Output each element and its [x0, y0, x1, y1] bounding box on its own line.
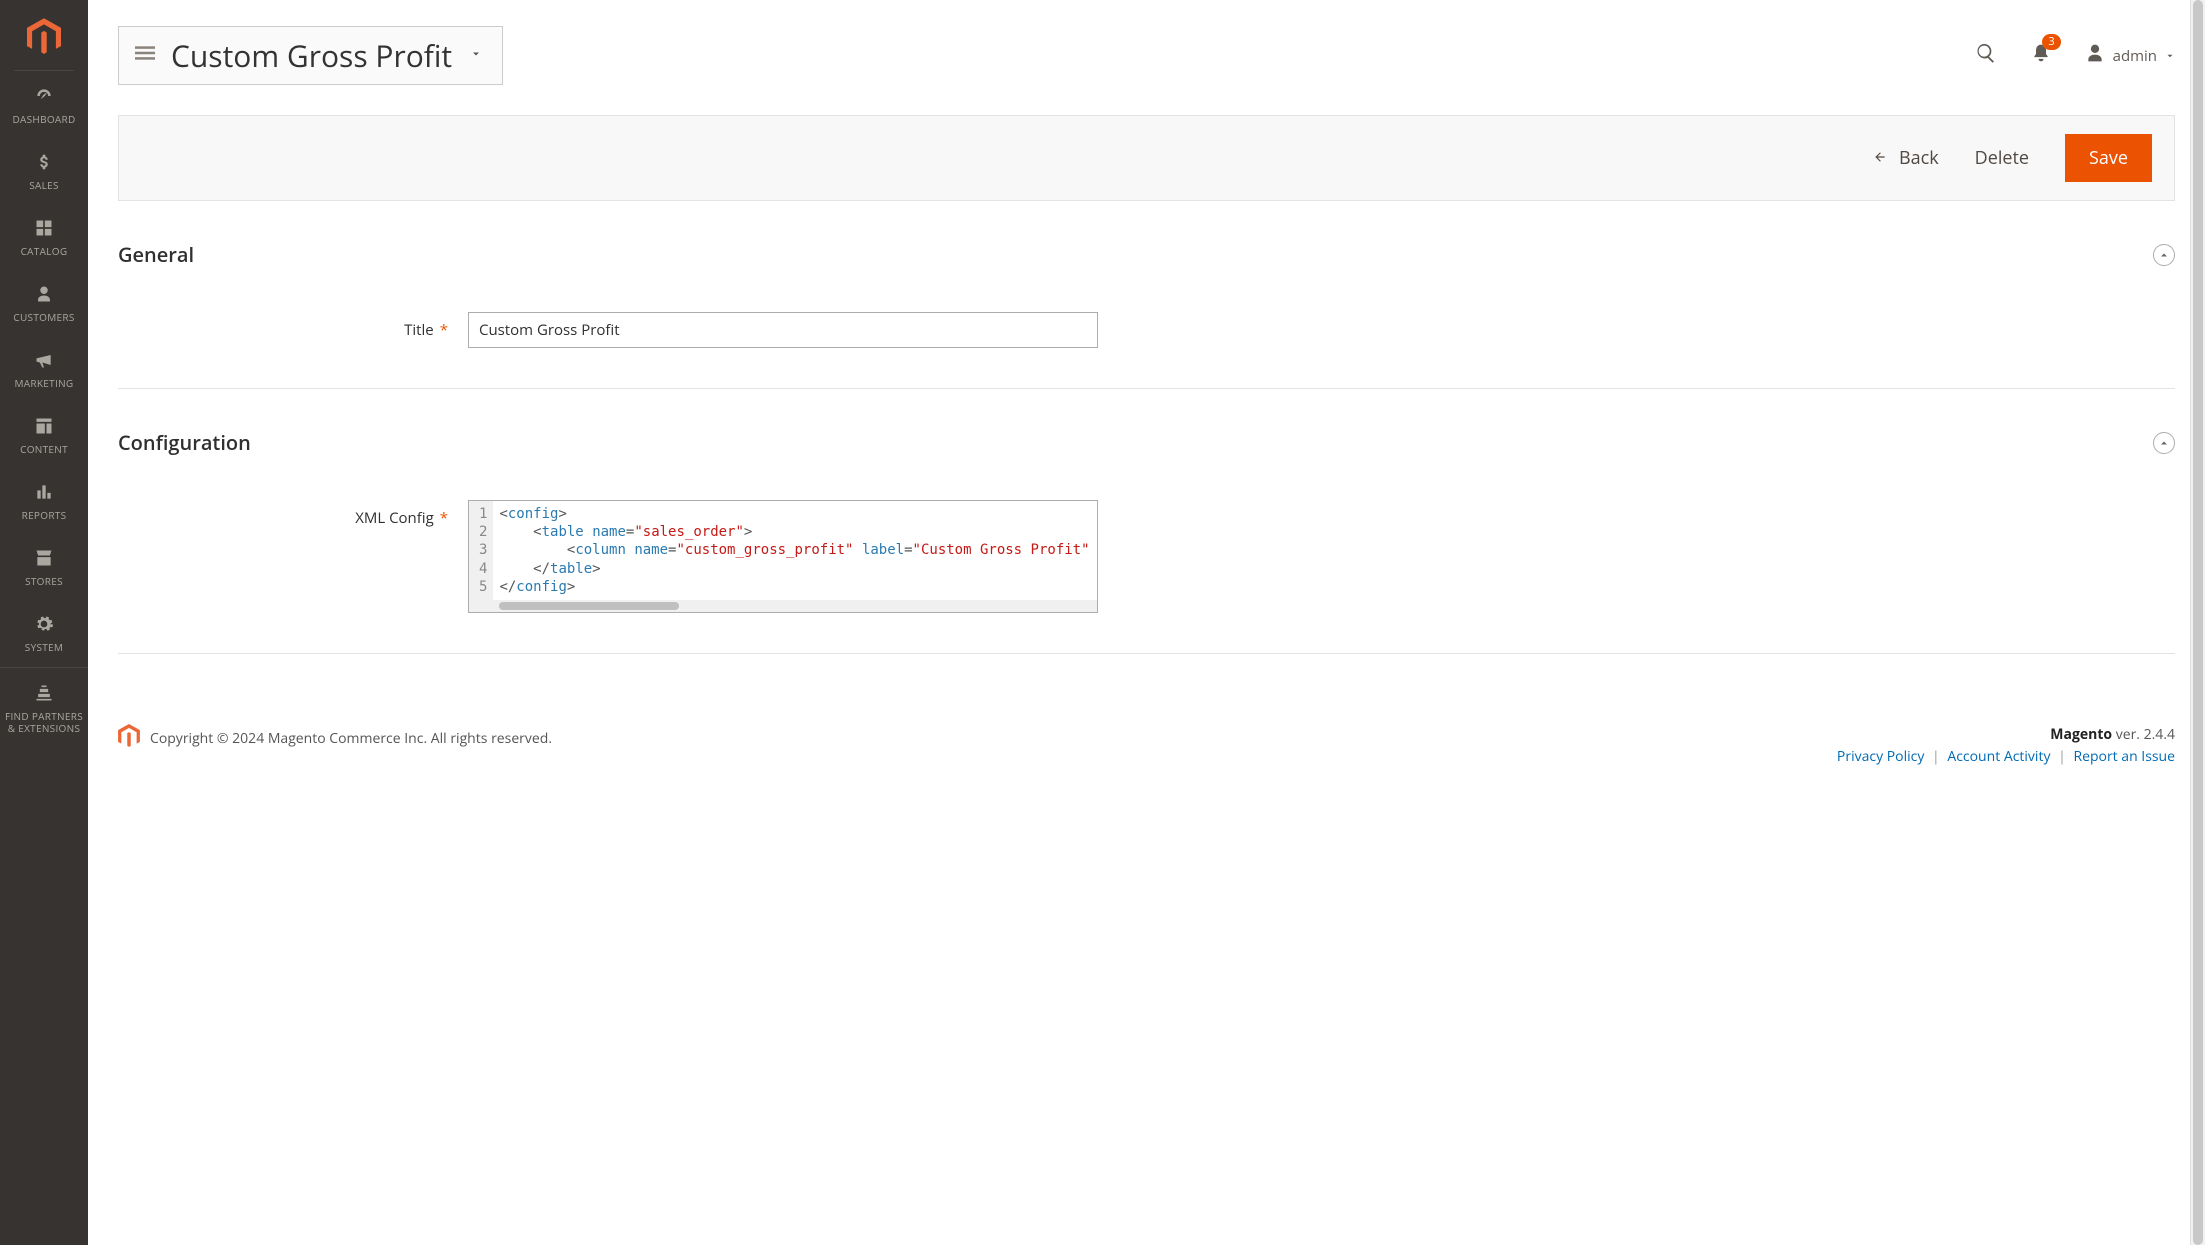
sidebar-item-sales[interactable]: SALES	[0, 137, 88, 203]
account-activity-link[interactable]: Account Activity	[1947, 747, 2050, 766]
sidebar-item-label: SYSTEM	[25, 641, 63, 653]
field-title-row: Title*	[118, 312, 2175, 348]
save-button[interactable]: Save	[2065, 134, 2152, 182]
fieldset-configuration: Configuration XML Config* 1 2 3 4 5 <con…	[118, 429, 2175, 654]
report-issue-link[interactable]: Report an Issue	[2073, 747, 2175, 766]
caret-down-icon	[470, 46, 482, 65]
sidebar-item-label: FIND PARTNERS & EXTENSIONS	[4, 710, 84, 734]
stores-icon	[33, 547, 55, 569]
sidebar-item-label: CUSTOMERS	[13, 311, 74, 323]
sidebar-nav: DASHBOARD SALES CATALOG CUSTOMERS MARKET	[0, 71, 88, 746]
sidebar-item-label: MARKETING	[15, 377, 74, 389]
content-icon	[33, 415, 55, 437]
sales-icon	[33, 151, 55, 173]
required-marker: *	[440, 320, 448, 340]
scrollbar-thumb[interactable]	[2193, 0, 2203, 1245]
title-input[interactable]	[468, 312, 1098, 348]
caret-down-icon	[2165, 46, 2175, 66]
xml-config-editor[interactable]: 1 2 3 4 5 <config> <table name="sales_or…	[468, 500, 1098, 613]
fieldset-general: General Title*	[118, 241, 2175, 389]
sidebar-item-partners[interactable]: FIND PARTNERS & EXTENSIONS	[0, 668, 88, 746]
dashboard-icon	[33, 85, 55, 107]
page-action-bar: Back Delete Save	[118, 115, 2175, 201]
sidebar-item-marketing[interactable]: MARKETING	[0, 335, 88, 401]
sidebar-item-label: DASHBOARD	[12, 113, 75, 125]
admin-sidebar: DASHBOARD SALES CATALOG CUSTOMERS MARKET	[0, 0, 88, 1245]
fieldset-general-title: General	[118, 241, 194, 268]
sidebar-item-catalog[interactable]: CATALOG	[0, 203, 88, 269]
version-value: ver. 2.4.4	[2116, 725, 2175, 744]
fieldset-configuration-toggle[interactable]: Configuration	[118, 429, 2175, 456]
arrow-left-icon	[1871, 146, 1889, 170]
sidebar-item-label: REPORTS	[22, 509, 67, 521]
notification-badge: 3	[2042, 34, 2060, 50]
customers-icon	[33, 283, 55, 305]
page-header: Custom Gross Profit 3 admin	[88, 0, 2205, 85]
marketing-icon	[33, 349, 55, 371]
search-button[interactable]	[1975, 42, 1997, 69]
user-icon	[2085, 43, 2105, 68]
page-title-dropdown[interactable]: Custom Gross Profit	[118, 26, 503, 85]
sidebar-item-customers[interactable]: CUSTOMERS	[0, 269, 88, 335]
back-button-label: Back	[1899, 146, 1939, 170]
page-title: Custom Gross Profit	[171, 35, 452, 76]
sidebar-item-dashboard[interactable]: DASHBOARD	[0, 71, 88, 137]
footer-left: Copyright © 2024 Magento Commerce Inc. A…	[118, 724, 552, 753]
code-content[interactable]: <config> <table name="sales_order"> <col…	[493, 501, 1097, 600]
catalog-icon	[33, 217, 55, 239]
magento-logo[interactable]	[14, 0, 74, 71]
sidebar-item-reports[interactable]: REPORTS	[0, 467, 88, 533]
system-icon	[33, 613, 55, 635]
menu-icon	[133, 43, 157, 68]
partners-icon	[33, 682, 55, 704]
code-gutter: 1 2 3 4 5	[469, 501, 493, 600]
chevron-up-icon	[2153, 432, 2175, 454]
field-xml-row: XML Config* 1 2 3 4 5 <config> <table na…	[118, 500, 2175, 613]
code-horizontal-scrollbar[interactable]	[469, 600, 1097, 612]
required-marker: *	[440, 508, 448, 528]
field-title-label: Title*	[118, 312, 448, 340]
copyright-text: Copyright © 2024 Magento Commerce Inc. A…	[150, 729, 552, 748]
delete-button[interactable]: Delete	[1975, 146, 2029, 170]
admin-label: admin	[2113, 46, 2157, 66]
privacy-policy-link[interactable]: Privacy Policy	[1837, 747, 1924, 766]
window-vertical-scrollbar[interactable]	[2190, 0, 2205, 1245]
fieldset-configuration-title: Configuration	[118, 429, 251, 456]
chevron-up-icon	[2153, 244, 2175, 266]
version-label: Magento	[2050, 725, 2112, 744]
delete-button-label: Delete	[1975, 146, 2029, 170]
fieldset-general-toggle[interactable]: General	[118, 241, 2175, 268]
field-xml-label: XML Config*	[118, 500, 448, 528]
sidebar-item-system[interactable]: SYSTEM	[0, 599, 88, 668]
header-actions: 3 admin	[1975, 42, 2175, 69]
sidebar-item-label: SALES	[29, 179, 59, 191]
footer-right: Magento ver. 2.4.4 Privacy Policy | Acco…	[1837, 724, 2175, 769]
save-button-label: Save	[2089, 146, 2128, 170]
page-body: Custom Gross Profit 3 admin	[88, 0, 2205, 1245]
page-footer: Copyright © 2024 Magento Commerce Inc. A…	[118, 694, 2175, 829]
notifications-button[interactable]: 3	[2031, 42, 2051, 69]
sidebar-item-label: STORES	[25, 575, 63, 587]
magento-logo-small	[118, 724, 140, 753]
sidebar-item-label: CATALOG	[21, 245, 68, 257]
back-button[interactable]: Back	[1871, 146, 1939, 170]
sidebar-item-content[interactable]: CONTENT	[0, 401, 88, 467]
scrollbar-thumb[interactable]	[499, 602, 679, 610]
sidebar-item-label: CONTENT	[20, 443, 68, 455]
admin-account-dropdown[interactable]: admin	[2085, 43, 2175, 68]
sidebar-item-stores[interactable]: STORES	[0, 533, 88, 599]
reports-icon	[33, 481, 55, 503]
